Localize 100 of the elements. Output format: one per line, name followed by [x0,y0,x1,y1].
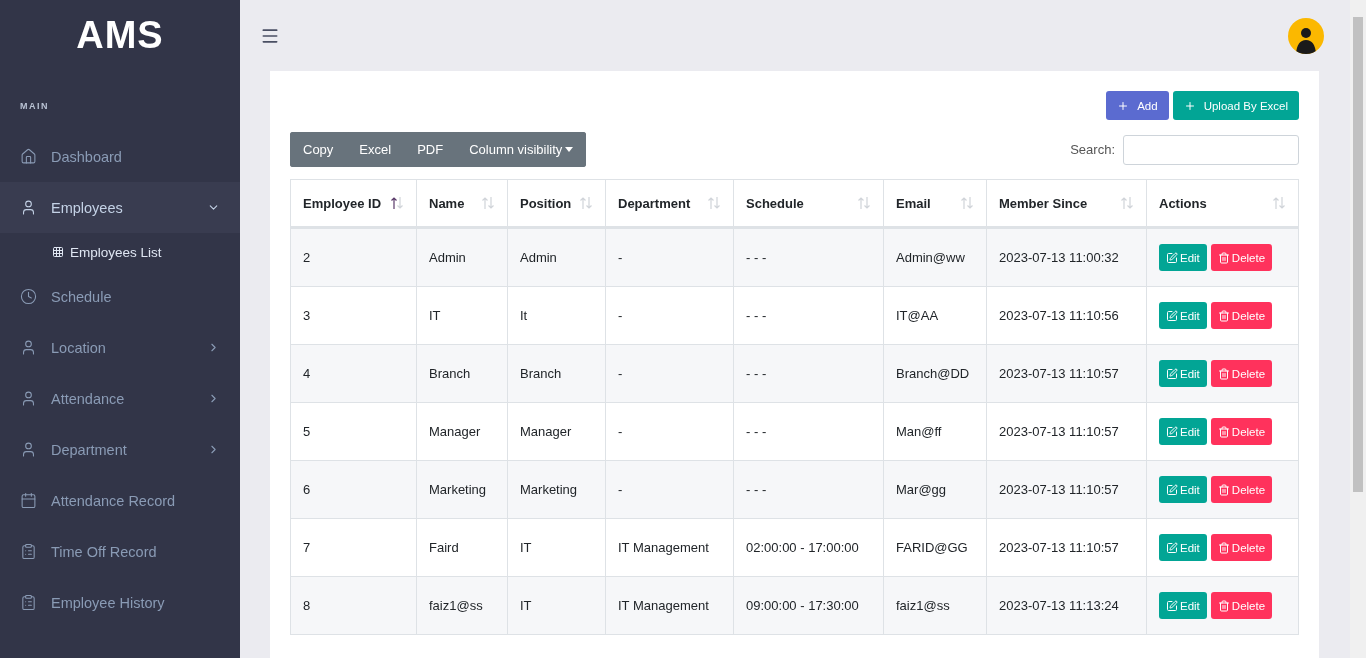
avatar[interactable] [1288,17,1324,54]
table-cell: faiz1@ss [883,576,987,635]
section-label: MAIN [19,100,50,113]
table-cell: 2023-07-13 11:10:57 [986,518,1147,577]
plus-icon [1117,99,1130,112]
scrollbar[interactable] [1350,0,1366,658]
table-cell: Admin [507,227,606,287]
table-cell: 2023-07-13 11:10:57 [986,344,1147,403]
nav-item[interactable]: Attendance [0,373,240,424]
calendar-icon [20,492,37,509]
delete-button[interactable]: Delete [1210,476,1273,503]
search-label: Search: [1070,142,1115,157]
table-cell: 2023-07-13 11:00:32 [986,227,1147,287]
edit-button[interactable]: Edit [1159,360,1207,387]
edit-button[interactable]: Edit [1159,592,1207,619]
delete-button[interactable]: Delete [1210,418,1273,445]
trash-icon [1217,251,1230,264]
table-cell: IT [507,576,606,635]
nav-item[interactable]: Time Off Record [0,526,240,577]
table-cell: - - - [733,286,884,345]
brand-logo: AMS [75,13,165,58]
delete-button[interactable]: Delete [1210,244,1273,271]
trash-icon [1217,599,1230,612]
delete-button[interactable]: Delete [1210,360,1273,387]
delete-button[interactable]: Delete [1210,592,1273,619]
edit-button[interactable]: Edit [1159,476,1207,503]
table-cell: Admin@ww [883,227,987,287]
table-cell: 7 [290,518,417,577]
table-cell: Marketing [507,460,606,519]
table-cell: IT Management [605,518,734,577]
edit-icon [1166,367,1178,380]
trash-icon [1217,541,1230,554]
table-cell: - - - [733,402,884,461]
table-cell: 5 [290,402,417,461]
table-cell: 09:00:00 - 17:30:00 [733,576,884,635]
edit-icon [1166,541,1178,554]
table-cell: Admin [416,227,508,287]
plus-icon [1183,99,1196,112]
table-cell: - [605,344,734,403]
caret-icon [565,147,574,152]
table-cell: - - - [733,227,884,287]
table-cell: FARID@GG [883,518,987,577]
table-cell: - [605,286,734,345]
home-icon [20,148,37,165]
nav-item[interactable]: Employees [0,182,240,233]
table-cell: 2023-07-13 11:13:24 [986,576,1147,635]
nav-item[interactable]: Department [0,424,240,475]
nav-item[interactable]: Schedule [0,271,240,322]
table-cell: Man@ff [883,402,987,461]
nav-item[interactable]: Employee History [0,577,240,628]
edit-icon [1166,251,1178,264]
table-cell: Manager [416,402,508,461]
clock-icon [20,288,37,305]
table-cell: Faird [416,518,508,577]
table-cell: It [507,286,606,345]
table-cell: 3 [290,286,417,345]
clipboard-icon [20,594,37,611]
search-field[interactable] [1123,134,1299,165]
table-cell: 6 [290,460,417,519]
action-button[interactable]: Upload By Excel [1172,91,1299,120]
edit-button[interactable]: Edit [1159,534,1207,561]
table-cell: - [605,460,734,519]
delete-button[interactable]: Delete [1210,302,1273,329]
user-icon [20,441,37,458]
table-cell: 2023-07-13 11:10:57 [986,402,1147,461]
nav-item[interactable]: Attendance Record [0,475,240,526]
table-cell: 2023-07-13 11:10:56 [986,286,1147,345]
table-cell: - [605,402,734,461]
table-cell: IT [507,518,606,577]
trash-icon [1217,367,1230,380]
trash-icon [1217,309,1230,322]
table-cell: IT@AA [883,286,987,345]
edit-icon [1166,599,1178,612]
nav-item[interactable]: Dashboard [0,131,240,182]
table-cell: Marketing [416,460,508,519]
table-cell: Manager [507,402,606,461]
trash-icon [1217,425,1230,438]
edit-button[interactable]: Edit [1159,244,1207,271]
table-cell: 02:00:00 - 17:00:00 [733,518,884,577]
edit-button[interactable]: Edit [1159,418,1207,445]
table-cell: IT Management [605,576,734,635]
nav-subitem[interactable]: Employees List [0,233,240,271]
delete-button[interactable]: Delete [1210,534,1273,561]
user-icon [20,199,37,216]
table-cell: - - - [733,460,884,519]
grid-icon [52,246,64,258]
user-icon [20,339,37,356]
table-cell: 8 [290,576,417,635]
edit-button[interactable]: Edit [1159,302,1207,329]
table-cell: - [605,227,734,287]
action-button[interactable]: Add [1106,91,1169,120]
table-cell: Branch [507,344,606,403]
user-icon [20,390,37,407]
table-cell: Mar@gg [883,460,987,519]
table-cell: 2023-07-13 11:10:57 [986,460,1147,519]
table-cell: - - - [733,344,884,403]
table-cell: 2 [290,227,417,287]
person-silhouette-icon [1295,25,1317,54]
nav-item[interactable]: Location [0,322,240,373]
clipboard-icon [20,543,37,560]
